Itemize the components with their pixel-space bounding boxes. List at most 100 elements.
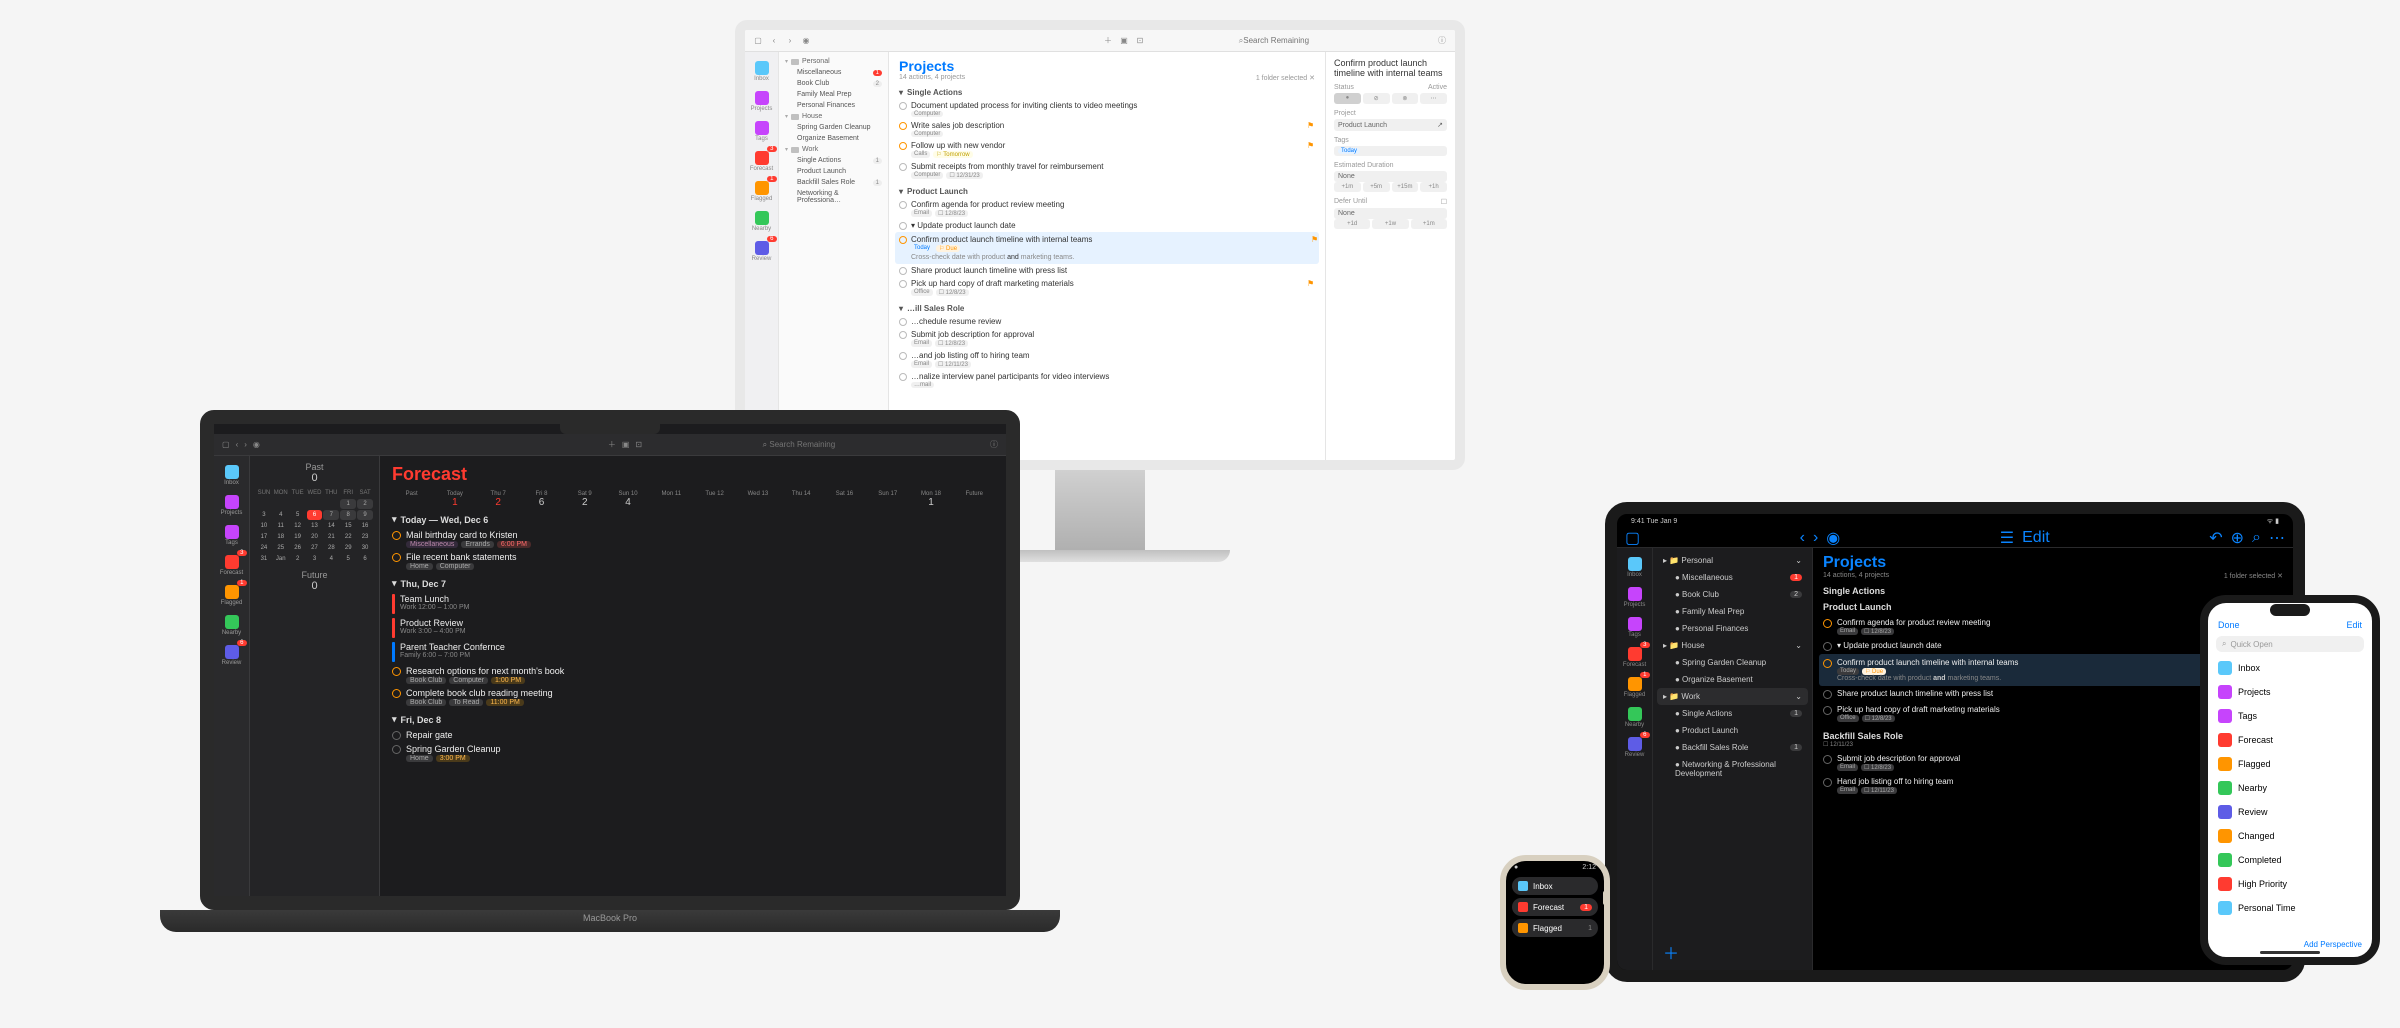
calendar-day[interactable]: 6 xyxy=(307,510,323,520)
calendar-day[interactable] xyxy=(256,499,272,509)
back-icon[interactable]: ‹ xyxy=(1800,529,1805,547)
tree-folder[interactable]: ▾Personal xyxy=(781,56,886,67)
calendar-day[interactable]: 11 xyxy=(273,521,289,531)
calendar-day[interactable]: 14 xyxy=(323,521,339,531)
sidebar-item-review[interactable]: Review6 xyxy=(1622,734,1648,760)
calendar-day[interactable]: 24 xyxy=(256,543,272,553)
calendar-day[interactable]: 31 xyxy=(256,554,272,564)
forecast-task[interactable]: Research options for next month's bookBo… xyxy=(392,664,994,686)
task-row[interactable]: Confirm agenda for product review meetin… xyxy=(899,198,1315,219)
tree-node[interactable]: ● Organize Basement xyxy=(1657,671,1808,688)
sidebar-toggle-icon[interactable]: ▢ xyxy=(753,36,763,46)
perspective-item[interactable]: Personal Time xyxy=(2216,896,2364,920)
section-header[interactable]: ▾…ill Sales Role xyxy=(899,304,1315,313)
perspective-item[interactable]: Changed xyxy=(2216,824,2364,848)
forecast-task[interactable]: Product ReviewWork 3:00 – 4:00 PM xyxy=(392,616,994,640)
tree-node[interactable]: ● Single Actions1 xyxy=(1657,705,1808,722)
calendar-day[interactable]: Jan xyxy=(273,554,289,564)
add-icon[interactable]: ⊕ xyxy=(2231,528,2244,548)
add-project-button[interactable]: ＋ xyxy=(1663,940,1679,964)
calendar-day[interactable]: 13 xyxy=(307,521,323,531)
calendar-day[interactable]: 1 xyxy=(340,499,356,509)
quick-open[interactable]: ⌕ Quick Open xyxy=(2216,636,2364,652)
calendar-day[interactable]: 30 xyxy=(357,543,373,553)
sidebar-item-flagged[interactable]: Flagged1 xyxy=(1622,674,1648,700)
edit-button[interactable]: Edit xyxy=(2022,529,2050,547)
calendar-day[interactable] xyxy=(290,499,306,509)
forecast-section[interactable]: ▾Thu, Dec 7 xyxy=(392,578,994,589)
tree-folder[interactable]: ▾Work xyxy=(781,144,886,155)
forecast-task[interactable]: Mail birthday card to KristenMiscellaneo… xyxy=(392,528,994,550)
forward-icon[interactable]: › xyxy=(785,36,795,46)
sidebar-item-projects[interactable]: Projects xyxy=(219,492,245,518)
perspective-item[interactable]: Forecast xyxy=(2216,728,2364,752)
add-perspective-button[interactable]: Add Perspective xyxy=(2304,940,2362,949)
status-buttons[interactable]: ●⊘⊗⋯ xyxy=(1334,93,1447,104)
forward-icon[interactable]: › xyxy=(244,440,247,449)
tree-node[interactable]: ● Miscellaneous1 xyxy=(1657,569,1808,586)
tree-item[interactable]: Family Meal Prep xyxy=(781,89,886,100)
task-row[interactable]: …chedule resume review xyxy=(899,315,1315,328)
sidebar-item-inbox[interactable]: Inbox xyxy=(749,58,775,84)
calendar-day[interactable]: 16 xyxy=(357,521,373,531)
sidebar-item-tags[interactable]: Tags xyxy=(219,522,245,548)
tree-item[interactable]: Product Launch xyxy=(781,166,886,177)
defer-field[interactable]: None xyxy=(1334,208,1447,219)
calendar-day[interactable]: 9 xyxy=(357,510,373,520)
search-field[interactable]: ⌕ xyxy=(1151,36,1431,46)
tree-node[interactable]: ● Product Launch xyxy=(1657,722,1808,739)
watch-item[interactable]: Inbox xyxy=(1512,877,1598,895)
future-label[interactable]: Future xyxy=(301,570,327,580)
calendar-day[interactable]: 2 xyxy=(290,554,306,564)
forecast-section[interactable]: ▾Today — Wed, Dec 6 xyxy=(392,514,994,525)
sidebar-item-flagged[interactable]: Flagged1 xyxy=(749,178,775,204)
watch-item[interactable]: Forecast1 xyxy=(1512,898,1598,916)
duration-field[interactable]: None xyxy=(1334,171,1447,182)
forecast-task[interactable]: Parent Teacher ConfernceFamily 6:00 – 7:… xyxy=(392,640,994,664)
tree-item[interactable]: Personal Finances xyxy=(781,100,886,111)
past-label[interactable]: Past xyxy=(305,462,323,472)
task-row[interactable]: Write sales job descriptionComputer⚑ xyxy=(899,119,1315,139)
search-input[interactable] xyxy=(769,440,869,449)
sidebar-item-nearby[interactable]: Nearby xyxy=(1622,704,1648,730)
task-row[interactable]: ▾ Update product launch date xyxy=(899,219,1315,232)
calendar-day[interactable]: 6 xyxy=(357,554,373,564)
task-row[interactable]: Document updated process for inviting cl… xyxy=(899,99,1315,119)
perspective-item[interactable]: Projects xyxy=(2216,680,2364,704)
tree-item[interactable]: Organize Basement xyxy=(781,133,886,144)
tree-item[interactable]: Backfill Sales Role1 xyxy=(781,177,886,188)
forecast-section[interactable]: ▾Fri, Dec 8 xyxy=(392,714,994,725)
calendar-day[interactable]: 28 xyxy=(323,543,339,553)
calendar-day[interactable]: 25 xyxy=(273,543,289,553)
folder-selected[interactable]: 1 folder selected ✕ xyxy=(1256,74,1315,82)
perspective-item[interactable]: Flagged xyxy=(2216,752,2364,776)
task-row[interactable]: Submit receipts from monthly travel for … xyxy=(899,160,1315,181)
calendar-day[interactable]: 5 xyxy=(340,554,356,564)
sidebar-item-inbox[interactable]: Inbox xyxy=(1622,554,1648,580)
focus-icon[interactable]: ⊡ xyxy=(1135,36,1145,46)
calendar-day[interactable]: 23 xyxy=(357,532,373,542)
day-column[interactable]: Sat 92 xyxy=(565,491,604,508)
forward-icon[interactable]: › xyxy=(1813,529,1818,547)
undo-icon[interactable]: ↶ xyxy=(2209,528,2222,548)
edit-button[interactable]: Edit xyxy=(2346,620,2362,630)
day-column[interactable]: Past xyxy=(392,491,431,508)
calendar-day[interactable]: 29 xyxy=(340,543,356,553)
tree-node[interactable]: ● Personal Finances xyxy=(1657,620,1808,637)
tree-node[interactable]: ▸ 📁 House⌄ xyxy=(1657,637,1808,654)
info-icon[interactable]: ⓘ xyxy=(990,439,998,450)
back-icon[interactable]: ‹ xyxy=(769,36,779,46)
day-column[interactable]: Fri 86 xyxy=(522,491,561,508)
tree-item[interactable]: Single Actions1 xyxy=(781,155,886,166)
calendar-day[interactable]: 20 xyxy=(307,532,323,542)
calendar-day[interactable]: 19 xyxy=(290,532,306,542)
focus-icon[interactable]: ⊡ xyxy=(635,440,642,449)
perspective-item[interactable]: Nearby xyxy=(2216,776,2364,800)
calendar-day[interactable]: 5 xyxy=(290,510,306,520)
calendar-day[interactable]: 27 xyxy=(307,543,323,553)
inbox-icon[interactable]: ▣ xyxy=(622,440,630,449)
info-icon[interactable]: ⓘ xyxy=(1437,36,1447,46)
tree-node[interactable]: ▸ 📁 Personal⌄ xyxy=(1657,552,1808,569)
eye-icon[interactable]: ◉ xyxy=(1826,528,1840,548)
list-icon[interactable]: ☰ xyxy=(2000,528,2014,548)
